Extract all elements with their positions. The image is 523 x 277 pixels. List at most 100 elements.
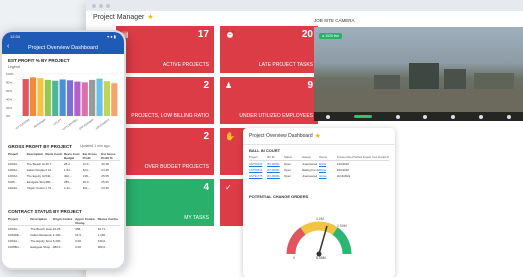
camera-share-icon[interactable] [479, 114, 484, 119]
chart-bar[interactable] [22, 79, 29, 116]
camera-settings-icon[interactable] [506, 114, 511, 119]
column-header[interactable]: Revis Cost Budget [63, 151, 83, 161]
kpi-tile[interactable]: 2 PROJECTS, LOW BILLING RATIO [116, 77, 214, 124]
back-chevron-icon[interactable]: ‹ [7, 43, 9, 50]
table-cell: 401,... [82, 186, 91, 190]
kpi-value: 9 [307, 80, 313, 91]
kpi-label: MY TASKS [184, 215, 209, 221]
camera-controls [314, 112, 523, 121]
table-cell [372, 173, 390, 179]
kpi-label: OVER BUDGET PROJECTS [144, 164, 209, 170]
status-signal-icon: ▾ ● ▮ [107, 34, 116, 39]
chart-bar[interactable] [37, 78, 44, 116]
favorite-star-icon[interactable]: ★ [147, 13, 153, 21]
table-cell: Pagan Custom... [26, 186, 46, 190]
chart-bar[interactable] [29, 77, 37, 116]
column-header[interactable]: Project [8, 151, 27, 161]
y-tick-label: 20% [6, 106, 12, 110]
chart-bar[interactable] [44, 79, 51, 116]
kpi-value: 2 [203, 131, 209, 142]
chart-bar[interactable] [59, 79, 66, 116]
table-cell[interactable]: Jamie [319, 173, 337, 179]
table-cell: 1004H... [8, 186, 20, 190]
table-cell: 1.31... [63, 186, 73, 190]
column-header[interactable]: Description [30, 216, 53, 226]
y-tick-label: 80% [6, 81, 12, 85]
x-tick-label: RESICOMP [33, 117, 47, 128]
phone-header: ‹ Project Overview Dashboard [2, 41, 124, 54]
table-cell[interactable]: RFI-00061 [267, 173, 285, 179]
kpi-tile[interactable]: ♟ 9 UNDER UTILIZED EMPLOYEES [220, 77, 318, 124]
camera-fullscreen-icon[interactable] [325, 114, 330, 119]
status-time: 12:34 [10, 34, 21, 39]
x-tick-label: OFFICECOMP [78, 117, 95, 130]
table-row[interactable]: 1004H... Pagan Custom...1.72... 1.31... 401… [8, 185, 120, 191]
window-close-dot[interactable] [92, 3, 96, 8]
mobile-phone: 12:34 ▾ ● ▮ ‹ Project Overview Dashboard… [0, 30, 126, 270]
table-cell: 1005BU... [8, 245, 22, 249]
profit-bar-chart: 100% 80% 60% 40% 20% 0% CITYCENTRE RESICOMP UTIL… [6, 72, 118, 131]
card-title: Project Overview Dashboard ★ [243, 128, 395, 145]
change-orders-heading: POTENTIAL CHANGE ORDERS [249, 194, 309, 199]
camera-timeline-slider[interactable] [353, 115, 372, 118]
alarm-clock-icon: ⏰ [225, 30, 235, 39]
kpi-value: 20 [301, 29, 313, 40]
page-title: Project Manager ★ [93, 13, 154, 22]
chart-bar[interactable] [52, 80, 59, 116]
window-minimize-dot[interactable] [99, 3, 103, 8]
camera-zoom-in-icon[interactable] [395, 114, 400, 119]
change-orders-gauge: 0 1.0M 1.50M $.96M [286, 217, 352, 260]
column-header[interactable]: Est Gross Profit [82, 151, 102, 161]
person-icon: ♟ [225, 81, 233, 90]
updated-timestamp: Updated 1 min ago [80, 144, 110, 148]
column-header[interactable]: Description [26, 151, 46, 161]
column-header[interactable]: Revise Contra [97, 216, 120, 226]
column-header[interactable]: Origin Contra [52, 216, 76, 226]
contract-status-heading: CONTRACT STATUS BY PROJECT [8, 209, 82, 214]
chart-bar[interactable] [96, 78, 103, 116]
table-row[interactable]: 1005BU... Eastgate Shop... 380,0... 0.00 380… [8, 244, 120, 250]
camera-snapshot-icon[interactable] [451, 114, 456, 119]
favorite-star-icon[interactable]: ★ [315, 132, 321, 140]
card-title-text: Project Overview Dashboard [249, 133, 313, 139]
gauge-mid-label: 1.0M [316, 217, 324, 221]
chart-bar[interactable] [103, 81, 111, 116]
gross-profit-heading: GROSS PROFIT BY PROJECT [8, 144, 72, 149]
table-cell [354, 173, 372, 179]
column-header[interactable]: Project [8, 216, 31, 226]
y-tick-label: 60% [6, 89, 12, 93]
column-header[interactable]: Revis Contr. [45, 151, 64, 161]
kpi-tile[interactable]: ▤ 17 ACTIVE PROJECTS [116, 26, 214, 73]
kpi-value: 17 [197, 29, 209, 40]
y-tick-label: 0% [6, 114, 11, 118]
page-title-text: Project Manager [93, 13, 145, 21]
table-cell: 11/16/2022 [336, 174, 351, 178]
column-header[interactable]: Est Gross Profit % [101, 151, 120, 161]
table-cell: Eastgate Shop... [30, 245, 53, 249]
kpi-tile[interactable]: ⏰ 20 LATE PROJECT TASKS [220, 26, 318, 73]
column-header[interactable]: Appro Contra Chang [75, 216, 98, 226]
x-tick-label: SOUTHWEST [95, 117, 111, 130]
gauge-max-label: 1.50M [337, 224, 347, 228]
kpi-tile[interactable]: 2 OVER BUDGET PROJECTS [116, 128, 214, 175]
chart-bar[interactable] [81, 82, 88, 116]
table-cell: 23.36 [101, 186, 109, 190]
kpi-label: PROJECTS, LOW BILLING RATIO [131, 113, 209, 119]
window-maximize-dot[interactable] [106, 3, 110, 8]
y-tick-label: 100% [6, 72, 14, 76]
chart-bar[interactable] [66, 80, 74, 116]
y-tick-label: 40% [6, 97, 12, 101]
ball-in-court-heading: BALL IN COURT [249, 148, 281, 153]
job-site-camera-feed[interactable]: ● 1920 live [314, 27, 523, 121]
kpi-tile[interactable]: 4 MY TASKS [116, 179, 214, 226]
chart-bar[interactable] [89, 79, 96, 116]
table-row[interactable]: CST91775 RFI-00061 Open Unanswered Jamie 11/1… [249, 173, 389, 179]
kpi-label: ACTIVE PROJECTS [162, 62, 209, 68]
table-cell[interactable]: CST91775 [249, 173, 267, 179]
table-cell: 0.00 [75, 245, 82, 249]
project-overview-card: Project Overview Dashboard ★ BALL IN COU… [243, 128, 395, 277]
camera-zoom-out-icon[interactable] [423, 114, 428, 119]
chart-bar[interactable] [74, 81, 81, 116]
chart-bar[interactable] [111, 83, 118, 116]
contract-status-table: Project Description Origin Contra Appro Con… [8, 216, 120, 250]
